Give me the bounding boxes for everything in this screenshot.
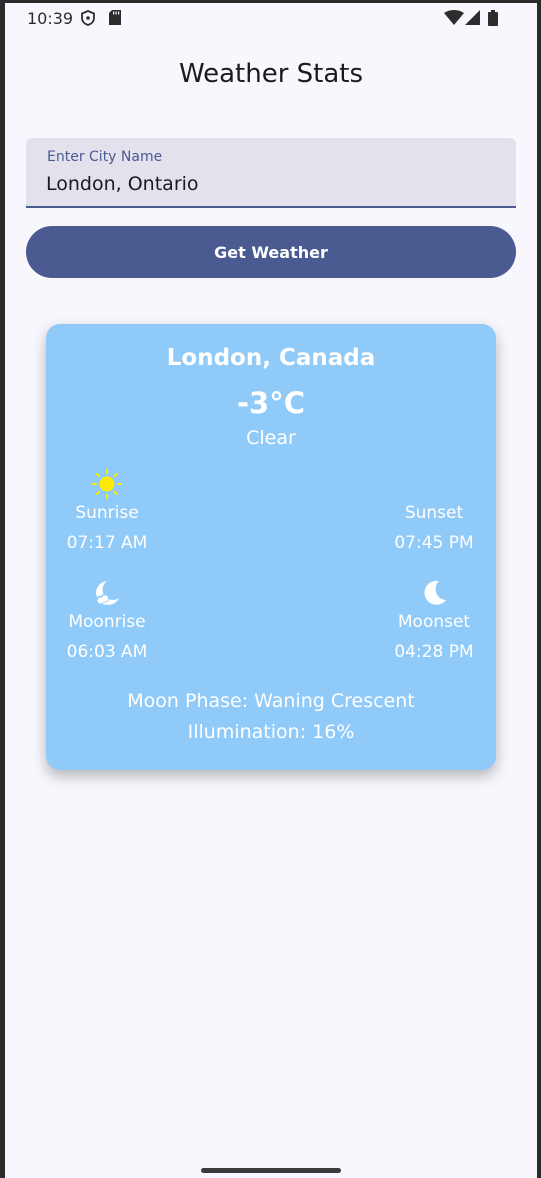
battery-icon	[488, 10, 498, 26]
app-screen: 10:39 Weather Stats Enter City Name Get …	[5, 3, 537, 1178]
get-weather-button[interactable]: Get Weather	[26, 226, 516, 278]
city-name-field[interactable]: Enter City Name	[26, 138, 516, 208]
moonset-time: 04:28 PM	[394, 642, 474, 662]
city-name-input[interactable]	[46, 170, 486, 198]
moonset-stat: Moonset 04:28 PM	[369, 578, 499, 662]
sun-icon	[92, 469, 122, 499]
status-bar: 10:39	[5, 3, 537, 33]
sunrise-time: 07:17 AM	[66, 533, 148, 553]
page-title: Weather Stats	[178, 59, 364, 89]
weather-temperature: -3°C	[237, 386, 305, 420]
wifi-icon	[444, 10, 464, 25]
sunset-time: 07:45 PM	[394, 533, 474, 553]
crescent-moon-icon	[426, 472, 438, 496]
shield-icon	[81, 10, 95, 26]
moonrise-stat: Moonrise 06:03 AM	[42, 578, 172, 662]
moonrise-time: 06:03 AM	[66, 642, 148, 662]
gesture-nav-handle[interactable]	[201, 1168, 341, 1173]
moon-cloud-icon	[95, 581, 119, 605]
weather-condition: Clear	[246, 427, 296, 449]
cell-signal-icon	[465, 10, 480, 25]
sunset-stat: Sunset 07:45 PM	[369, 469, 499, 553]
crescent-moon-icon	[424, 580, 446, 605]
weather-card: London, Canada -3°C Clear Sunrise 07:17	[46, 324, 496, 770]
sunrise-stat: Sunrise 07:17 AM	[42, 469, 172, 553]
moonset-label: Moonset	[397, 612, 471, 632]
moon-phase-text: Moon Phase: Waning Crescent	[127, 690, 415, 712]
status-time: 10:39	[27, 9, 74, 28]
illumination-text: Illumination: 16%	[187, 721, 355, 743]
city-name-label: Enter City Name	[47, 149, 163, 165]
weather-city: London, Canada	[166, 345, 376, 371]
sunset-label: Sunset	[404, 503, 464, 523]
moonrise-label: Moonrise	[68, 612, 146, 632]
sunrise-label: Sunrise	[75, 503, 139, 523]
sd-card-icon	[109, 10, 121, 25]
